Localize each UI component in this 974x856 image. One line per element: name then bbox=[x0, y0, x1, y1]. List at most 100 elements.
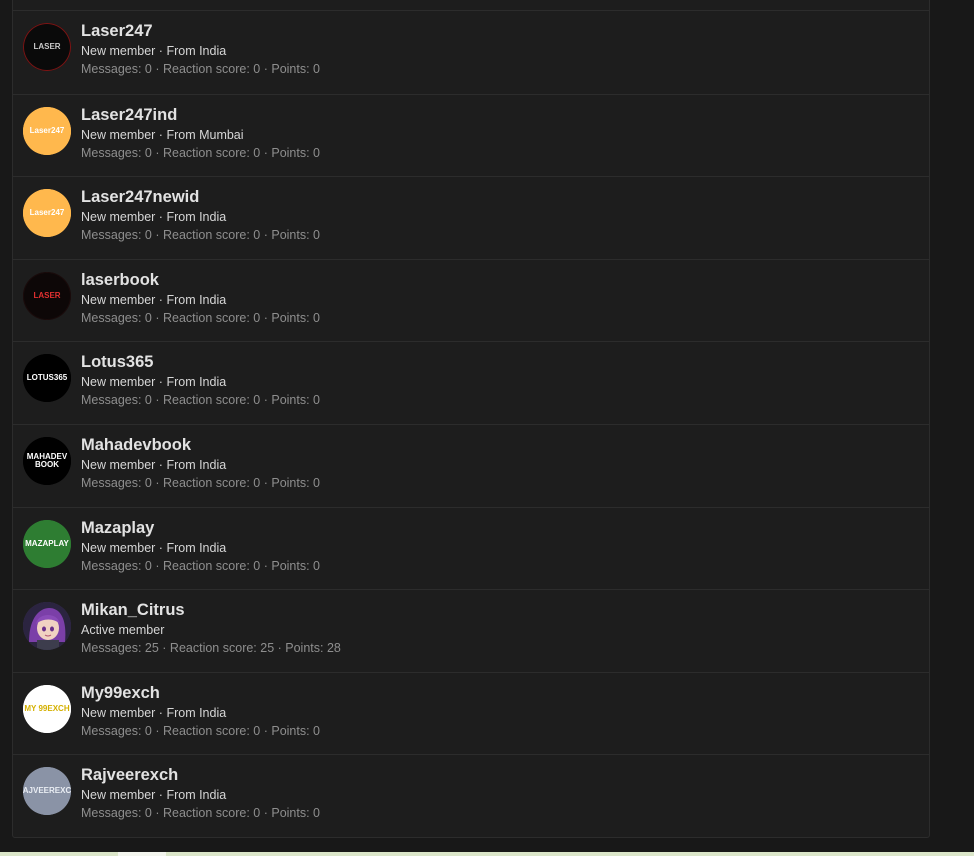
member-location-sep: · bbox=[155, 210, 167, 225]
member-avatar[interactable]: LOTUS365 bbox=[23, 354, 71, 403]
member-stats: Messages: 0 · Reaction score: 0 · Points… bbox=[81, 475, 320, 490]
member-stats: Messages: 0 · Reaction score: 0 · Points… bbox=[81, 393, 320, 408]
member-title: New member bbox=[81, 210, 156, 225]
character-avatar-art bbox=[23, 602, 71, 651]
member-name-link[interactable]: Lotus365 bbox=[81, 351, 320, 373]
member-row: MAHADEV BOOK Mahadevbook New member · Fr… bbox=[13, 423, 929, 507]
member-location-sep: · bbox=[155, 292, 167, 307]
member-title: New member bbox=[81, 457, 156, 472]
avatar-logo-text: RAJVEEREXCH bbox=[23, 786, 71, 796]
member-avatar[interactable]: LASER bbox=[23, 271, 71, 320]
page-footer-strip bbox=[0, 852, 974, 856]
member-name-link[interactable]: Mazaplay bbox=[81, 517, 320, 539]
member-location: From India bbox=[166, 457, 227, 472]
member-location-sep: · bbox=[155, 788, 167, 803]
avatar-logo-text: MAZAPLAY bbox=[25, 538, 69, 548]
avatar-logo-text: Laser247 bbox=[29, 125, 65, 135]
member-blurb: New member · From India bbox=[81, 42, 320, 60]
member-title: New member bbox=[81, 44, 156, 58]
member-location-sep: · bbox=[155, 44, 167, 58]
member-row: MAZAPLAY Mazaplay New member · From Indi… bbox=[13, 506, 929, 590]
member-row: LASER laserbook New member · From India … bbox=[13, 258, 929, 342]
member-title: New member bbox=[81, 540, 156, 555]
member-stats: Messages: 0 · Reaction score: 0 · Points… bbox=[81, 723, 320, 738]
member-title: Active member bbox=[81, 623, 165, 638]
footer-tab bbox=[118, 852, 166, 856]
member-stats: Messages: 0 · Reaction score: 0 · Points… bbox=[81, 558, 320, 573]
member-avatar[interactable]: RAJVEEREXCH bbox=[23, 767, 71, 816]
member-avatar[interactable]: LASER bbox=[23, 23, 71, 71]
member-blurb: New member · From India bbox=[81, 291, 320, 309]
member-info: laserbook New member · From India Messag… bbox=[81, 269, 320, 327]
member-stats: Messages: 0 · Reaction score: 0 · Points… bbox=[81, 145, 320, 160]
member-location-sep: · bbox=[155, 540, 167, 555]
member-row: RAJVEEREXCH Rajveerexch New member · Fro… bbox=[13, 754, 929, 837]
member-name-link[interactable]: Rajveerexch bbox=[81, 764, 320, 786]
member-info: My99exch New member · From India Message… bbox=[81, 682, 320, 740]
member-blurb: New member · From India bbox=[81, 373, 320, 391]
member-info: Mikan_Citrus Active member Messages: 25 … bbox=[81, 599, 341, 657]
member-location: From Mumbai bbox=[166, 127, 244, 142]
member-row: Mikan_Citrus Active member Messages: 25 … bbox=[13, 589, 929, 672]
member-blurb: Active member bbox=[81, 621, 341, 639]
member-info: Laser247 New member · From India Message… bbox=[81, 20, 320, 78]
member-location: From India bbox=[166, 375, 227, 390]
member-list: LASER Laser247 New member · From India M… bbox=[12, 0, 930, 838]
list-top-edge bbox=[13, 0, 929, 11]
member-info: Laser247newid New member · From India Me… bbox=[81, 186, 320, 244]
member-stats: Messages: 25 · Reaction score: 25 · Poin… bbox=[81, 641, 341, 656]
member-title: New member bbox=[81, 127, 156, 142]
member-info: Laser247ind New member · From Mumbai Mes… bbox=[81, 104, 320, 162]
member-avatar[interactable]: Laser247 bbox=[23, 189, 71, 238]
member-name-link[interactable]: Mahadevbook bbox=[81, 434, 320, 456]
member-info: Rajveerexch New member · From India Mess… bbox=[81, 764, 320, 822]
member-name-link[interactable]: Laser247newid bbox=[81, 186, 320, 208]
member-avatar[interactable]: MY 99EXCH bbox=[23, 684, 71, 733]
member-title: New member bbox=[81, 292, 156, 307]
member-name-link[interactable]: Laser247ind bbox=[81, 104, 320, 126]
member-location-sep: · bbox=[155, 375, 167, 390]
member-location: From India bbox=[166, 705, 227, 720]
member-blurb: New member · From India bbox=[81, 704, 320, 722]
member-name-link[interactable]: Mikan_Citrus bbox=[81, 599, 341, 621]
member-info: Lotus365 New member · From India Message… bbox=[81, 351, 320, 409]
member-location: From India bbox=[166, 210, 227, 225]
member-avatar[interactable] bbox=[23, 602, 71, 651]
member-row: Laser247 Laser247ind New member · From M… bbox=[13, 93, 929, 177]
avatar-logo-text: LASER bbox=[33, 42, 61, 51]
member-location: From India bbox=[166, 292, 227, 307]
member-info: Mazaplay New member · From India Message… bbox=[81, 517, 320, 575]
avatar-logo-text: MY 99EXCH bbox=[24, 703, 70, 713]
member-name-link[interactable]: laserbook bbox=[81, 269, 320, 291]
member-avatar[interactable]: MAZAPLAY bbox=[23, 519, 71, 568]
member-row: LOTUS365 Lotus365 New member · From Indi… bbox=[13, 341, 929, 424]
member-location: From India bbox=[166, 44, 227, 58]
member-stats: Messages: 0 · Reaction score: 0 · Points… bbox=[81, 62, 320, 76]
avatar-logo-text: Laser247 bbox=[29, 208, 65, 218]
member-avatar[interactable]: Laser247 bbox=[23, 106, 71, 155]
member-title: New member bbox=[81, 705, 156, 720]
member-location-sep: · bbox=[155, 127, 167, 142]
member-avatar[interactable]: MAHADEV BOOK bbox=[23, 436, 71, 485]
member-stats: Messages: 0 · Reaction score: 0 · Points… bbox=[81, 310, 320, 325]
member-name-link[interactable]: My99exch bbox=[81, 682, 320, 704]
member-row: LASER Laser247 New member · From India M… bbox=[13, 11, 929, 94]
member-name-link[interactable]: Laser247 bbox=[81, 20, 320, 42]
member-title: New member bbox=[81, 375, 156, 390]
avatar-logo-text: LASER bbox=[33, 290, 61, 300]
member-list-page: LASER Laser247 New member · From India M… bbox=[0, 0, 974, 856]
member-location: From India bbox=[166, 788, 227, 803]
member-blurb: New member · From Mumbai bbox=[81, 126, 320, 144]
member-info: Mahadevbook New member · From India Mess… bbox=[81, 434, 320, 492]
member-title: New member bbox=[81, 788, 156, 803]
member-row: MY 99EXCH My99exch New member · From Ind… bbox=[13, 671, 929, 755]
member-location-sep: · bbox=[155, 457, 167, 472]
member-location-sep: · bbox=[155, 705, 167, 720]
member-stats: Messages: 0 · Reaction score: 0 · Points… bbox=[81, 228, 320, 243]
member-location: From India bbox=[166, 540, 227, 555]
member-blurb: New member · From India bbox=[81, 786, 320, 804]
member-blurb: New member · From India bbox=[81, 539, 320, 557]
member-stats: Messages: 0 · Reaction score: 0 · Points… bbox=[81, 806, 320, 821]
member-blurb: New member · From India bbox=[81, 456, 320, 474]
avatar-logo-text: MAHADEV BOOK bbox=[26, 451, 68, 469]
